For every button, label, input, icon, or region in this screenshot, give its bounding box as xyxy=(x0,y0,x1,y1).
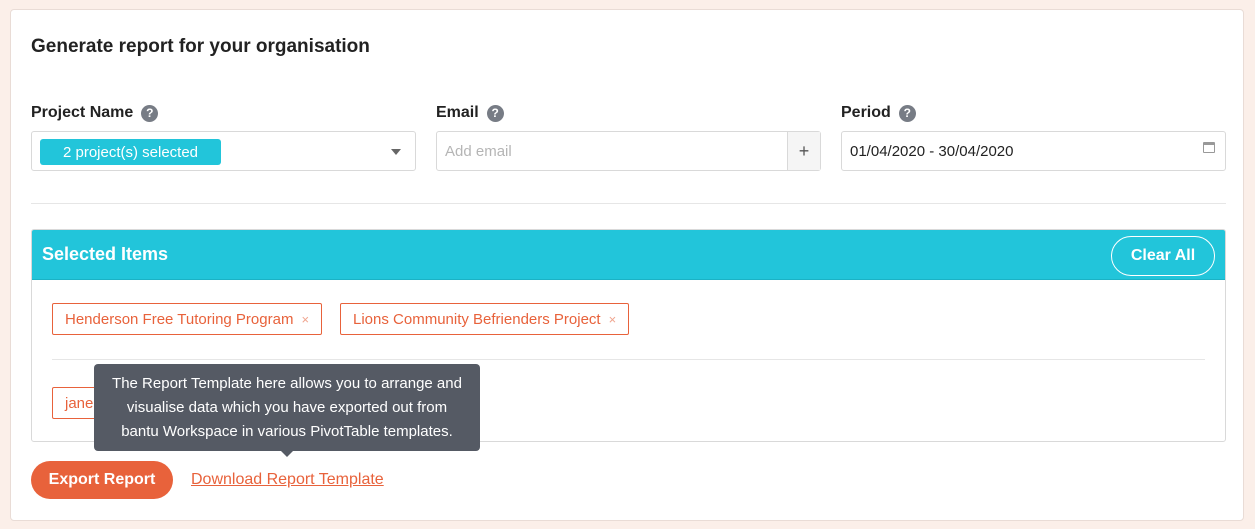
tooltip-line: The Report Template here allows you to a… xyxy=(112,375,462,392)
project-name-label: Project Name ? xyxy=(31,104,159,122)
email-field-group: + xyxy=(436,131,821,171)
selected-project-label: Henderson Free Tutoring Program xyxy=(65,310,294,328)
items-divider xyxy=(52,359,1205,360)
calendar-icon xyxy=(1203,142,1215,153)
help-icon[interactable]: ? xyxy=(486,104,504,122)
email-field[interactable] xyxy=(437,132,787,170)
help-icon[interactable]: ? xyxy=(141,104,159,122)
tooltip-line: visualise data which you have exported o… xyxy=(126,399,448,416)
period-value: 01/04/2020 - 30/04/2020 xyxy=(850,142,1014,160)
add-email-button[interactable]: + xyxy=(787,132,820,170)
report-template-tooltip: The Report Template here allows you to a… xyxy=(94,364,480,451)
selected-email-label: jane xyxy=(65,394,94,412)
selected-items-header: Selected Items Clear All xyxy=(32,230,1225,280)
projects-selected-chip: 2 project(s) selected xyxy=(40,139,221,165)
close-icon[interactable]: × xyxy=(301,312,309,327)
tooltip-line: bantu Workspace in various PivotTable te… xyxy=(121,423,453,440)
export-report-button[interactable]: Export Report xyxy=(31,461,173,499)
email-label: Email ? xyxy=(436,104,504,122)
clear-all-button[interactable]: Clear All xyxy=(1111,236,1215,276)
chevron-down-icon[interactable] xyxy=(391,149,401,155)
project-name-label-text: Project Name xyxy=(31,104,134,121)
selected-project-label: Lions Community Befrienders Project xyxy=(353,310,601,328)
tooltip-arrow xyxy=(281,451,293,457)
section-divider xyxy=(31,203,1226,204)
email-label-text: Email xyxy=(436,104,479,121)
page-title: Generate report for your organisation xyxy=(31,36,370,57)
selected-items-title: Selected Items xyxy=(42,244,169,264)
period-label: Period ? xyxy=(841,104,916,122)
period-label-text: Period xyxy=(841,104,891,121)
close-icon[interactable]: × xyxy=(609,312,617,327)
period-date-range-picker[interactable]: 01/04/2020 - 30/04/2020 xyxy=(841,131,1226,171)
selected-project-tag: Lions Community Befrienders Project × xyxy=(340,303,630,335)
project-select[interactable]: 2 project(s) selected xyxy=(31,131,416,171)
help-icon[interactable]: ? xyxy=(898,104,916,122)
download-report-template-link[interactable]: Download Report Template xyxy=(191,471,384,489)
selected-project-tag: Henderson Free Tutoring Program × xyxy=(52,303,323,335)
